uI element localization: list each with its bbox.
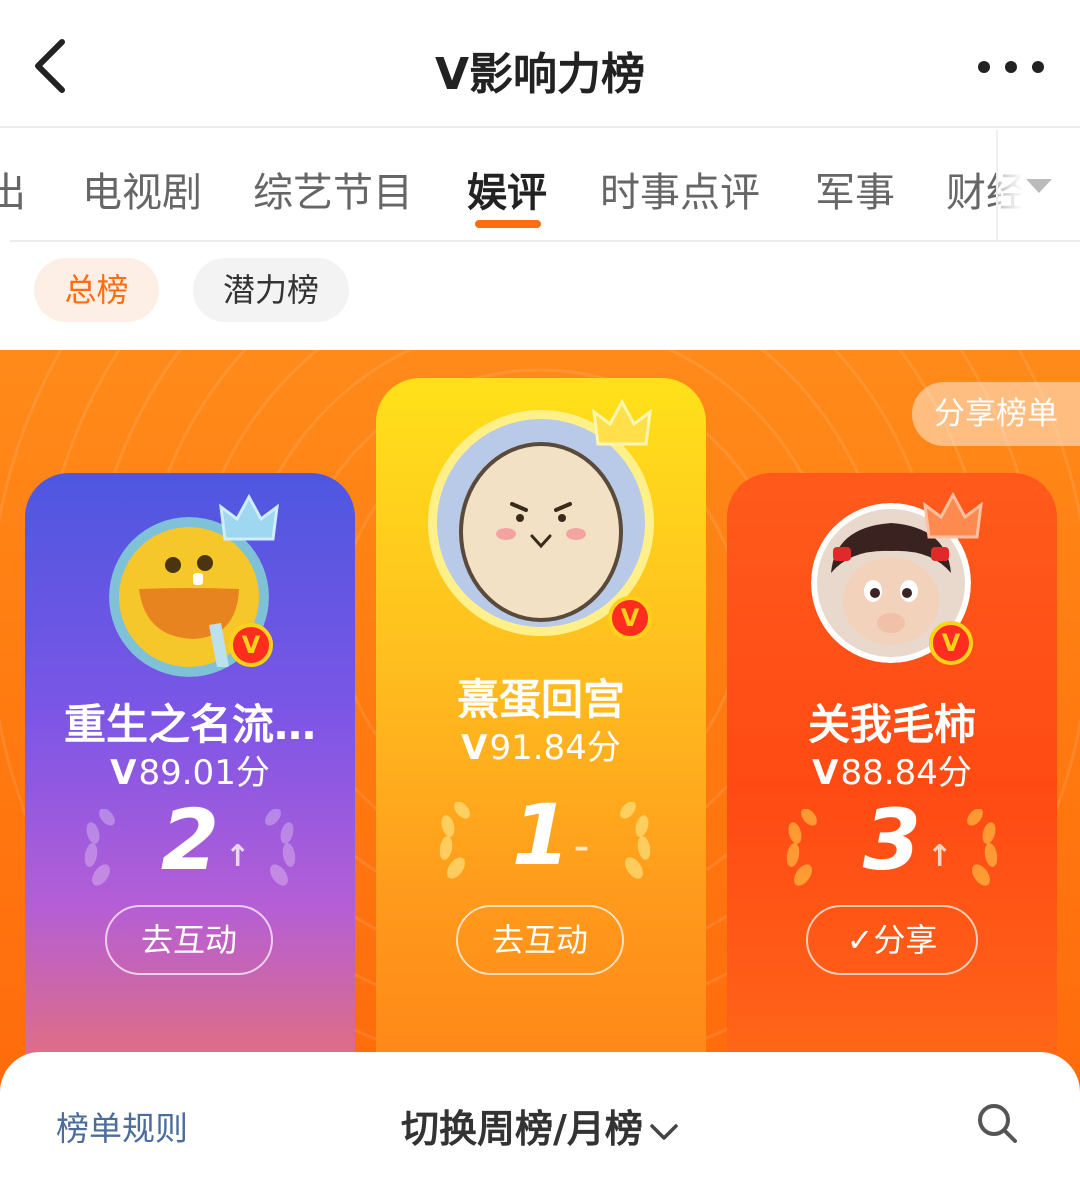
page-title: V影响力榜 — [434, 49, 646, 100]
ranking-podium: 分享榜单 V 重生之名流… V89.01分 2 ↑ 去互动 V 熹蛋回宫 V91… — [0, 350, 1080, 1110]
more-dots-icon[interactable] — [976, 50, 1046, 84]
score-first: V91.84分 — [376, 720, 706, 769]
tab-performance[interactable]: 出 — [0, 160, 26, 218]
subtab-total-ranking[interactable]: 总榜 — [34, 258, 159, 322]
user-name-third[interactable]: 关我毛柿 — [727, 691, 1057, 752]
score-second: V89.01分 — [25, 745, 355, 794]
verified-badge-icon: V — [608, 596, 652, 640]
score-third: V88.84分 — [727, 745, 1057, 794]
rank-card-second[interactable]: V 重生之名流… V89.01分 2 ↑ 去互动 — [25, 473, 355, 1110]
category-tabs: 出 电视剧 综艺节目 娱评 时事点评 军事 财经 — [0, 130, 1080, 242]
tabs-divider — [10, 240, 1080, 242]
verified-badge-icon: V — [229, 623, 273, 667]
tab-tv-drama[interactable]: 电视剧 — [82, 160, 202, 218]
crown-icon — [219, 493, 279, 541]
rank-number-second: 2 — [160, 791, 220, 889]
trend-up-icon: ↑ — [225, 839, 251, 874]
rank-number-third: 3 — [862, 791, 922, 889]
top-bar: V影响力榜 — [0, 0, 1080, 128]
tab-entertainment-review[interactable]: 娱评 — [467, 160, 547, 218]
score-value-first: 91.84分 — [489, 728, 621, 768]
share-button-third[interactable]: ✓分享 — [806, 905, 978, 975]
verified-badge-icon: V — [929, 621, 973, 665]
chevron-down-icon — [650, 1123, 678, 1140]
switch-period-label: 切换周榜/月榜 — [401, 1107, 643, 1151]
switch-period-button[interactable]: 切换周榜/月榜 — [0, 1098, 1080, 1153]
score-value-second: 89.01分 — [138, 753, 270, 793]
v-score-icon: V — [461, 728, 488, 768]
v-score-icon: V — [812, 753, 839, 793]
tab-military[interactable]: 军事 — [815, 160, 895, 218]
bottom-bar: 榜单规则 切换周榜/月榜 — [0, 1052, 1080, 1185]
search-icon[interactable] — [976, 1102, 1018, 1144]
v-score-icon: V — [110, 753, 137, 793]
user-name-first[interactable]: 熹蛋回宫 — [376, 666, 706, 727]
trend-flat-icon: – — [574, 830, 589, 865]
subtab-potential-ranking[interactable]: 潜力榜 — [193, 258, 349, 322]
tabs-dropdown-button[interactable] — [996, 130, 1080, 242]
user-name-second[interactable]: 重生之名流… — [25, 691, 355, 752]
score-value-third: 88.84分 — [840, 753, 972, 793]
active-tab-indicator — [475, 220, 541, 228]
tab-variety-show[interactable]: 综艺节目 — [253, 160, 413, 218]
crown-icon — [592, 398, 652, 446]
triangle-down-icon — [1026, 179, 1052, 193]
rank-number-first: 1 — [511, 786, 571, 884]
rank-card-third[interactable]: V 关我毛柿 V88.84分 3 ↑ ✓分享 — [727, 473, 1057, 1110]
tab-current-affairs[interactable]: 时事点评 — [600, 160, 760, 218]
crown-icon — [923, 491, 983, 539]
share-list-button[interactable]: 分享榜单 — [912, 382, 1080, 446]
interact-button-second[interactable]: 去互动 — [105, 905, 273, 975]
trend-up-icon: ↑ — [927, 839, 953, 874]
rank-card-first[interactable]: V 熹蛋回宫 V91.84分 1 – 去互动 — [376, 378, 706, 1110]
interact-button-first[interactable]: 去互动 — [456, 905, 624, 975]
